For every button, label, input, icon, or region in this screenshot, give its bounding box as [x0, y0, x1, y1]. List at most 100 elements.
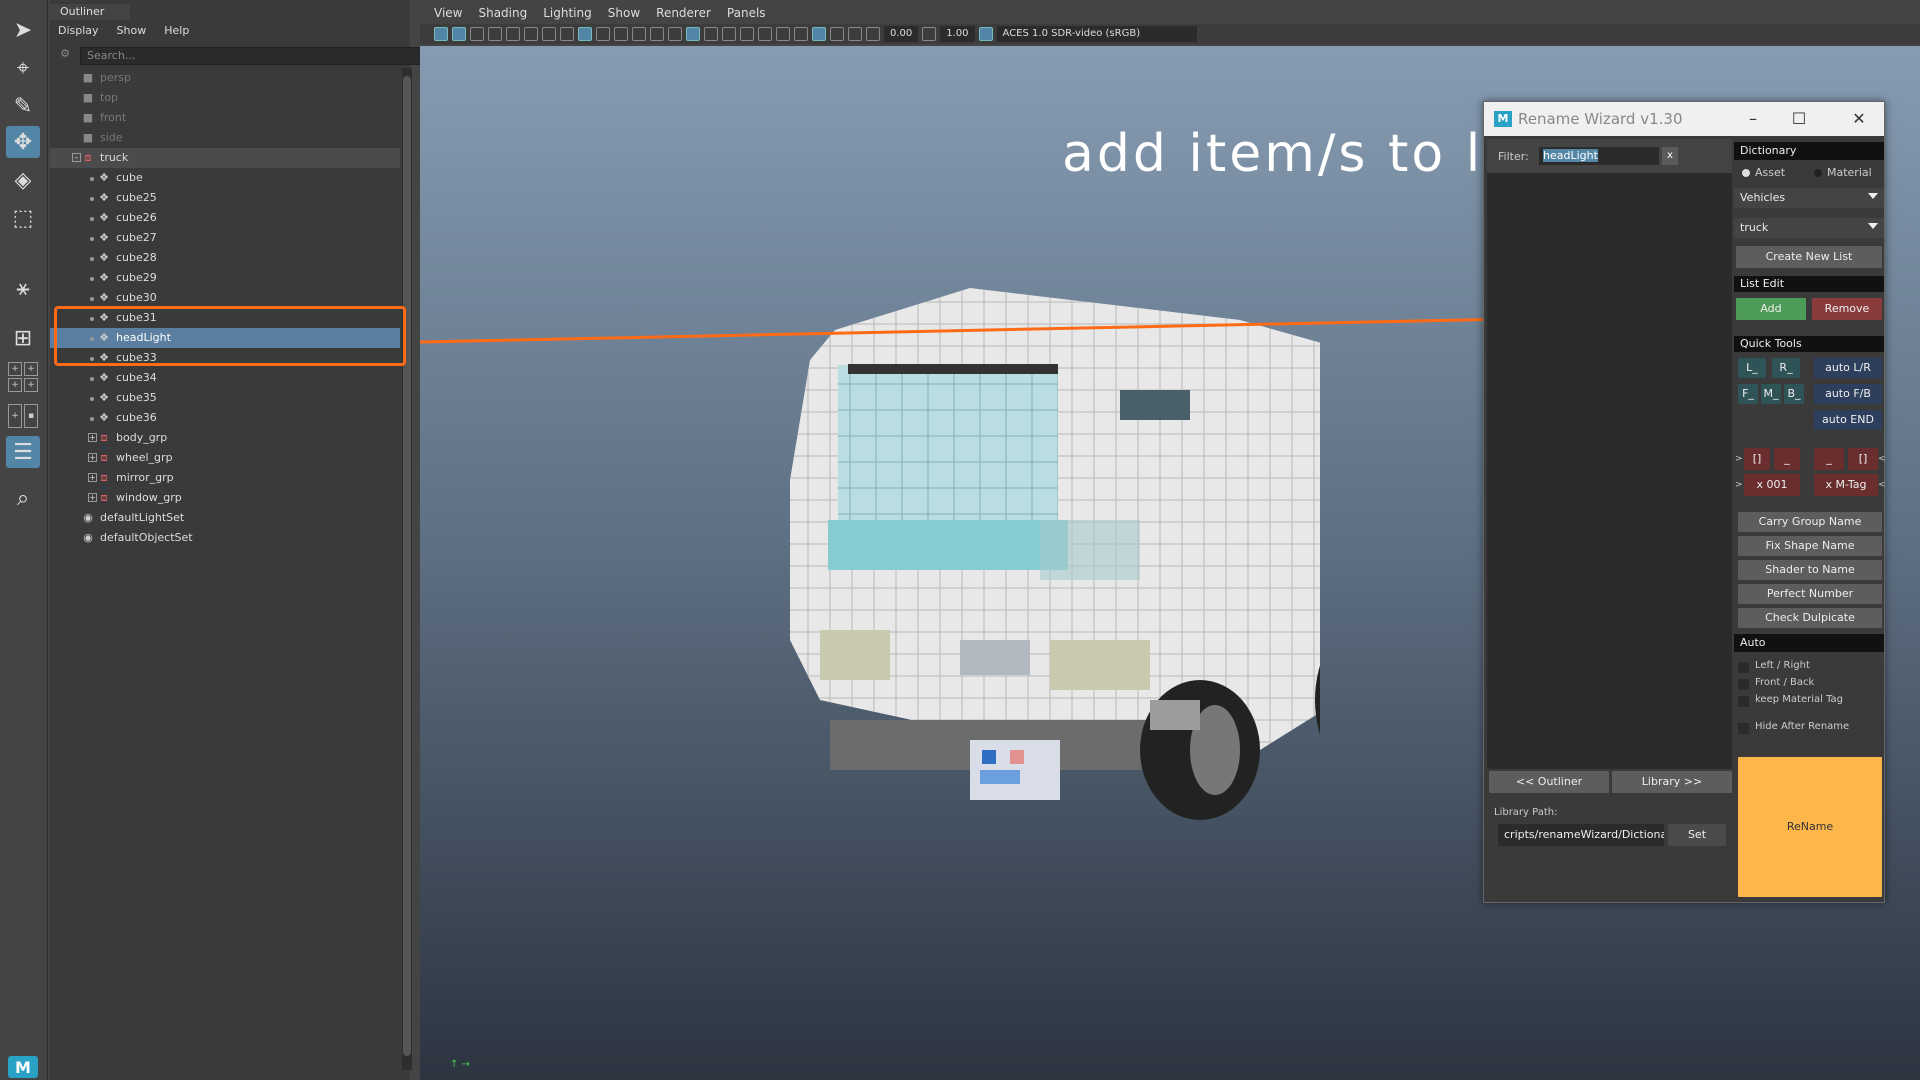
library-path-input[interactable]: cripts/renameWizard/Dictionary: [1498, 824, 1664, 846]
outliner-row[interactable]: ■ persp: [50, 68, 400, 88]
single-view-icon[interactable]: ⊞: [6, 322, 40, 354]
outliner-row[interactable]: ■ front: [50, 108, 400, 128]
suffix-bracket-button[interactable]: []: [1848, 448, 1878, 470]
outliner-row[interactable]: ◉ defaultObjectSet: [50, 528, 400, 548]
move-tool-icon[interactable]: ✥: [6, 126, 40, 158]
remove-mtag-button[interactable]: x M-Tag: [1814, 474, 1878, 496]
outliner-row[interactable]: ◉ defaultLightSet: [50, 508, 400, 528]
left-right-checkbox[interactable]: [1738, 662, 1749, 673]
prefix-bracket-button[interactable]: []: [1744, 448, 1770, 470]
layout-outliner-icon[interactable]: ▪: [24, 404, 38, 428]
hide-after-rename-checkbox[interactable]: [1738, 723, 1749, 734]
outliner-row[interactable]: ❖ cube26: [50, 208, 400, 228]
vp-menu-shading[interactable]: Shading: [478, 6, 527, 22]
lasso-tool-icon[interactable]: ⌖: [6, 52, 40, 84]
rename-button[interactable]: ReName: [1738, 757, 1882, 897]
prefix-back-button[interactable]: B_: [1784, 384, 1804, 404]
rename-list[interactable]: [1487, 139, 1732, 769]
film-gate-icon[interactable]: [542, 27, 556, 41]
wireframe-on-shaded-icon[interactable]: [704, 27, 718, 41]
outliner-layout-icon[interactable]: ☰: [6, 436, 40, 468]
xray-icon[interactable]: [722, 27, 736, 41]
prefix-front-button[interactable]: F_: [1738, 384, 1758, 404]
layout-side-icon[interactable]: +: [8, 404, 22, 428]
close-icon[interactable]: ✕: [1836, 102, 1882, 136]
vp-menu-view[interactable]: View: [434, 6, 462, 22]
prefix-left-button[interactable]: L_: [1738, 358, 1766, 378]
prefix-middle-button[interactable]: M_: [1761, 384, 1781, 404]
remove-number-button[interactable]: x 001: [1744, 474, 1800, 496]
scale-tool-icon[interactable]: ⬚: [6, 202, 40, 234]
search-input[interactable]: Search...: [80, 47, 458, 65]
asset-radio[interactable]: [1742, 169, 1750, 177]
outliner-row[interactable]: ❖ cube36: [50, 408, 400, 428]
filter-icon[interactable]: ⚙: [56, 47, 74, 65]
gamma-field[interactable]: 1.00: [940, 26, 975, 42]
list-dropdown[interactable]: truck: [1734, 218, 1884, 238]
vp-menu-show[interactable]: Show: [608, 6, 640, 22]
outliner-row[interactable]: + ⧈ wheel_grp: [50, 448, 400, 468]
menu-show[interactable]: Show: [117, 22, 147, 40]
axis-tool-icon[interactable]: ⚹: [6, 272, 40, 304]
remove-button[interactable]: Remove: [1812, 298, 1882, 320]
auto-lr-button[interactable]: auto L/R: [1814, 358, 1882, 378]
filter-clear-button[interactable]: x: [1662, 147, 1678, 165]
twod-pan-icon[interactable]: [506, 27, 520, 41]
to-outliner-button[interactable]: << Outliner: [1489, 771, 1609, 793]
magnifier-icon[interactable]: ⌕: [6, 482, 40, 514]
carry-group-name-button[interactable]: Carry Group Name: [1738, 512, 1882, 532]
suffix-underscore-button[interactable]: _: [1814, 448, 1844, 470]
outliner-row[interactable]: ❖ cube30: [50, 288, 400, 308]
minimize-icon[interactable]: –: [1730, 102, 1776, 136]
exposure-icon[interactable]: [866, 27, 880, 41]
grid-icon[interactable]: [614, 27, 628, 41]
color-management-icon[interactable]: [978, 27, 993, 41]
rotate-tool-icon[interactable]: ◈: [6, 164, 40, 196]
filter-input[interactable]: headLight: [1539, 147, 1659, 165]
xray-joints-icon[interactable]: [830, 27, 844, 41]
select-camera-icon[interactable]: [434, 27, 448, 41]
select-tool-icon[interactable]: ➤: [6, 14, 40, 46]
wireframe-icon[interactable]: [668, 27, 682, 41]
fix-shape-name-button[interactable]: Fix Shape Name: [1738, 536, 1882, 556]
prefix-underscore-button[interactable]: _: [1774, 448, 1800, 470]
safe-action-icon[interactable]: [632, 27, 646, 41]
menu-help[interactable]: Help: [164, 22, 189, 40]
front-back-checkbox[interactable]: [1738, 679, 1749, 690]
prefix-right-button[interactable]: R_: [1772, 358, 1800, 378]
truck-model[interactable]: [720, 280, 1320, 820]
paint-select-icon[interactable]: ✎: [6, 90, 40, 122]
outliner-row[interactable]: ❖ cube25: [50, 188, 400, 208]
outliner-row[interactable]: + ⧈ window_grp: [50, 488, 400, 508]
material-radio[interactable]: [1814, 169, 1822, 177]
xray-components-icon[interactable]: [848, 27, 862, 41]
gamma-icon[interactable]: [922, 27, 937, 41]
outliner-row[interactable]: ❖ cube: [50, 168, 400, 188]
outliner-row[interactable]: ❖ cube29: [50, 268, 400, 288]
add-button[interactable]: Add: [1736, 298, 1806, 320]
exposure-field[interactable]: 0.00: [884, 26, 919, 42]
ambient-occlusion-icon[interactable]: [776, 27, 790, 41]
create-new-list-button[interactable]: Create New List: [1736, 246, 1882, 268]
outliner-row[interactable]: ■ side: [50, 128, 400, 148]
colorspace-dropdown[interactable]: ACES 1.0 SDR-video (sRGB): [996, 26, 1197, 42]
layout-four-icon[interactable]: +: [8, 362, 22, 376]
smooth-shade-icon[interactable]: [686, 27, 700, 41]
outliner-row[interactable]: ❖ cube34: [50, 368, 400, 388]
auto-fb-button[interactable]: auto F/B: [1814, 384, 1882, 404]
outliner-row[interactable]: + ⧈ mirror_grp: [50, 468, 400, 488]
outliner-row[interactable]: – ⧈ truck: [50, 148, 400, 168]
lights-icon[interactable]: [740, 27, 754, 41]
vp-menu-lighting[interactable]: Lighting: [543, 6, 592, 22]
vp-menu-panels[interactable]: Panels: [727, 6, 766, 22]
auto-end-button[interactable]: auto END: [1814, 410, 1882, 430]
isolate-select-icon[interactable]: [812, 27, 826, 41]
layout-persp-icon[interactable]: +: [24, 378, 38, 392]
shadows-icon[interactable]: [758, 27, 772, 41]
gate-mask-icon[interactable]: [578, 27, 592, 41]
maximize-icon[interactable]: ☐: [1776, 102, 1822, 136]
set-path-button[interactable]: Set: [1668, 824, 1726, 846]
vp-menu-renderer[interactable]: Renderer: [656, 6, 711, 22]
field-chart-icon[interactable]: [596, 27, 610, 41]
outliner-row[interactable]: ❖ cube27: [50, 228, 400, 248]
